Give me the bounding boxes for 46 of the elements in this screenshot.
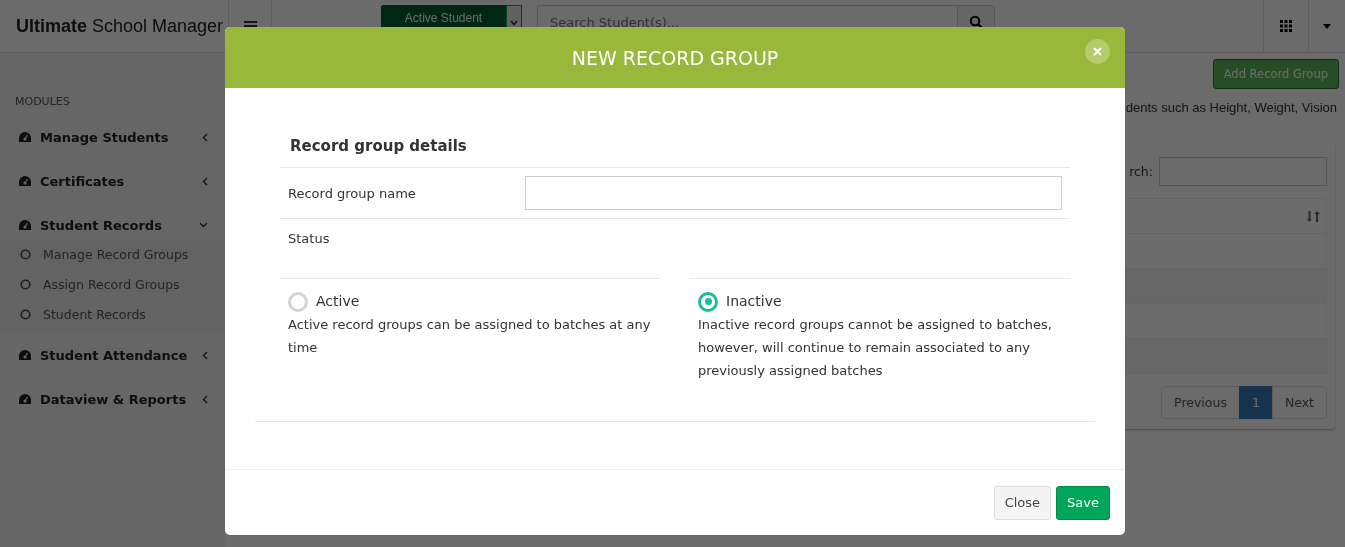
search-icon (969, 15, 983, 29)
pagination-button[interactable]: 1 (1238, 386, 1273, 419)
input-field[interactable] (525, 176, 1062, 210)
radio-button[interactable] (698, 291, 718, 312)
grid-icon[interactable] (1280, 20, 1292, 32)
option-description: Active record groups can be assigned to batches at any time (288, 316, 652, 357)
dashboard-icon (18, 219, 32, 231)
submenu-item[interactable]: Assign Record Groups (0, 269, 225, 299)
dashboard-icon (18, 393, 32, 405)
dashboard-icon (18, 131, 32, 143)
search-label: rch: (1129, 164, 1153, 179)
submenu-item[interactable]: Student Records (0, 299, 225, 329)
chevron-left-icon (202, 350, 208, 360)
field-label: Status (288, 231, 331, 246)
option-description: Inactive record groups cannot be assigned to batches, however, will continue to remain associated to any previously assigned batches (698, 316, 1053, 380)
caret-icon[interactable] (1323, 23, 1331, 29)
sidebar-item[interactable]: Manage Students (0, 115, 225, 159)
chevron-left-icon (202, 394, 208, 404)
chevron-left-icon (202, 132, 208, 142)
save-button[interactable]: Save (1056, 485, 1110, 520)
radio-label: Inactive (726, 292, 782, 311)
pagination-button[interactable]: Next (1271, 386, 1327, 419)
pagination-button[interactable]: Previous (1161, 386, 1240, 419)
circle-icon (20, 248, 31, 260)
field-label: Record group name (288, 185, 417, 201)
radio-label: Active (316, 292, 360, 311)
close-button[interactable] (1085, 39, 1110, 64)
description-text: dents such as Height, Weight, Vision (1125, 100, 1337, 115)
sort-icon[interactable] (1307, 209, 1320, 223)
dashboard-icon (18, 349, 32, 361)
chevron-down-icon (199, 222, 208, 228)
caret-icon (510, 20, 518, 26)
sidebar-item[interactable]: Dataview & Reports (0, 377, 225, 421)
radio-button[interactable] (288, 291, 308, 312)
dashboard-icon (18, 175, 32, 187)
sidebar-heading: MODULES (14, 95, 71, 110)
sidebar-item[interactable]: Certificates (0, 159, 225, 203)
circle-icon (20, 308, 31, 320)
circle-icon (20, 278, 31, 290)
sidebar-item[interactable]: Student Attendance (0, 333, 225, 377)
modal-title: NEW RECORD GROUP (571, 46, 779, 69)
add-record-group-button[interactable]: Add Record Group (1212, 59, 1339, 89)
close-button[interactable]: Close (993, 485, 1052, 520)
chevron-left-icon (202, 176, 208, 186)
section-title: Record group details (280, 124, 1070, 168)
close-icon (1093, 47, 1102, 56)
